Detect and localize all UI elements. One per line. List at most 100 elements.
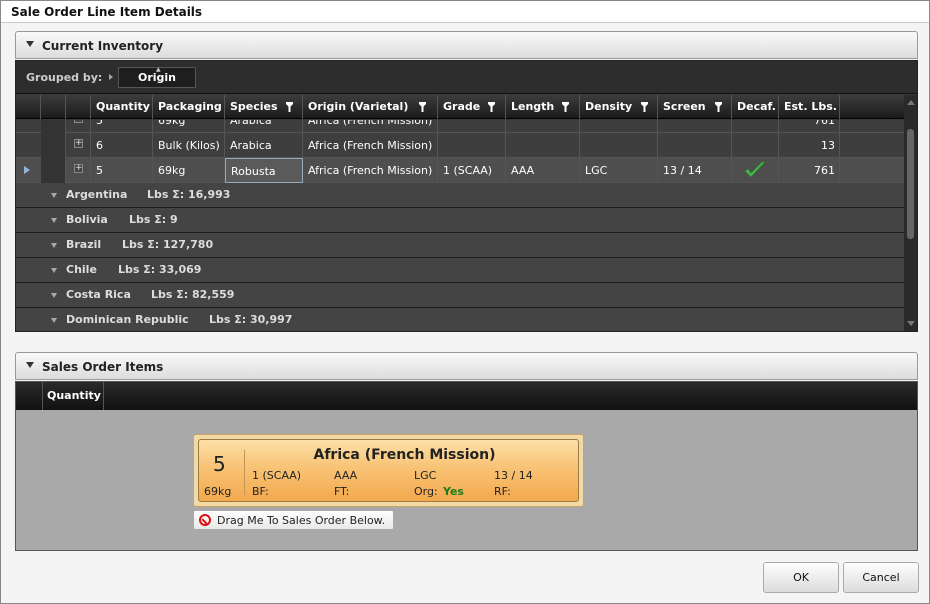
column-header-quantity[interactable]: Quantity: [91, 95, 153, 119]
group-row-costa-rica[interactable]: Costa Rica Lbs Σ: 82,559: [16, 283, 904, 308]
column-header-species-label: Species: [230, 100, 278, 113]
column-header-length[interactable]: Length: [506, 95, 580, 119]
expander-cell: +: [66, 120, 91, 133]
card-ft-label: FT:: [334, 485, 350, 498]
dialog-window: Sale Order Line Item Details Current Inv…: [0, 0, 930, 604]
filter-icon[interactable]: [562, 102, 569, 112]
ok-button[interactable]: OK: [763, 562, 839, 593]
group-sum: Lbs Σ: 127,780: [122, 238, 214, 251]
current-inventory-header[interactable]: Current Inventory: [15, 31, 918, 59]
group-indent-cell: [41, 158, 66, 183]
expand-arrow-icon[interactable]: [51, 243, 57, 248]
drag-hint-label: Drag Me To Sales Order Below.: [217, 514, 386, 527]
sales-order-items-header[interactable]: Sales Order Items: [15, 352, 918, 380]
column-header-decaf[interactable]: Decaf.: [732, 95, 779, 119]
table-row[interactable]: + 6 Bulk (Kilos) Arabica Africa (French …: [16, 133, 904, 158]
expand-plus-icon[interactable]: +: [74, 164, 83, 173]
expand-arrow-icon[interactable]: [51, 268, 57, 273]
expander-cell: +: [66, 158, 91, 183]
filter-icon[interactable]: [641, 102, 648, 112]
group-row-argentina[interactable]: Argentina Lbs Σ: 16,993: [16, 183, 904, 208]
grouped-by-label: Grouped by:: [26, 71, 103, 84]
cell-origin: Africa (French Mission): [303, 120, 438, 133]
column-header-grade[interactable]: Grade: [438, 95, 506, 119]
card-body: 5 Africa (French Mission) 69kg 1 (SCAA) …: [198, 439, 579, 502]
cell-density: [580, 133, 658, 158]
checkmark-icon: [744, 161, 766, 178]
cell-screen: [658, 133, 732, 158]
current-row-indicator-icon: [24, 166, 30, 174]
group-sum: Lbs Σ: 30,997: [209, 313, 293, 326]
sort-ascending-icon: ▲: [156, 66, 161, 73]
scroll-down-icon[interactable]: [907, 321, 915, 326]
cancel-button[interactable]: Cancel: [843, 562, 919, 593]
cell-screen: 13 / 14: [658, 158, 732, 183]
current-inventory-title: Current Inventory: [42, 39, 164, 53]
expand-plus-icon[interactable]: +: [74, 120, 83, 123]
column-header-density[interactable]: Density: [580, 95, 658, 119]
expand-arrow-icon[interactable]: [51, 318, 57, 323]
cell-origin: Africa (French Mission): [303, 133, 438, 158]
expand-arrow-icon[interactable]: [51, 293, 57, 298]
cell-quantity: 5: [91, 158, 153, 183]
group-indent-cell: [41, 133, 66, 158]
card-screen: 13 / 14: [494, 469, 533, 482]
expand-plus-icon[interactable]: +: [74, 139, 83, 148]
group-row-chile[interactable]: Chile Lbs Σ: 33,069: [16, 258, 904, 283]
column-header-quantity[interactable]: Quantity: [42, 382, 104, 410]
table-row-selected[interactable]: + 5 69kg Robusta Africa (French Mission)…: [16, 158, 904, 183]
group-row-bolivia[interactable]: Bolivia Lbs Σ: 9: [16, 208, 904, 233]
grouping-bar: Grouped by: ▲ Origin: [16, 61, 917, 94]
cell-packaging: 69kg: [153, 120, 225, 133]
header-group-indent: [41, 95, 66, 119]
group-sum: Lbs Σ: 16,993: [147, 188, 231, 201]
cell-decaf: [732, 133, 779, 158]
group-row-dominican-republic[interactable]: Dominican Republic Lbs Σ: 30,997: [16, 308, 904, 331]
cell-species: Arabica: [225, 133, 303, 158]
column-header-length-label: Length: [511, 100, 555, 113]
group-name: Chile: [66, 263, 97, 276]
column-header-origin[interactable]: Origin (Varietal): [303, 95, 438, 119]
cell-grade: [438, 120, 506, 133]
scroll-up-icon[interactable]: [907, 100, 915, 105]
vertical-scrollbar[interactable]: [904, 95, 917, 331]
group-sum: Lbs Σ: 82,559: [151, 288, 235, 301]
card-length: AAA: [334, 469, 358, 482]
filter-icon[interactable]: [286, 102, 293, 112]
cell-origin: Africa (French Mission): [303, 158, 438, 183]
cell-est-lbs: 13: [779, 133, 840, 158]
group-name: Argentina: [66, 188, 128, 201]
column-header-screen[interactable]: Screen: [658, 95, 732, 119]
column-header-packaging[interactable]: Packaging: [153, 95, 225, 119]
table-row[interactable]: + 5 69kg Arabica Africa (French Mission)…: [16, 120, 904, 133]
group-name: Brazil: [66, 238, 102, 251]
collapse-arrow-icon[interactable]: [26, 362, 34, 368]
filter-icon[interactable]: [715, 102, 722, 112]
cell-quantity: 6: [91, 133, 153, 158]
title-bar: Sale Order Line Item Details: [1, 1, 929, 23]
column-header-grade-label: Grade: [443, 100, 481, 113]
column-header-est-lbs[interactable]: Est. Lbs.: [779, 95, 840, 119]
drag-hint-button[interactable]: Drag Me To Sales Order Below.: [193, 510, 394, 530]
filter-icon[interactable]: [419, 102, 426, 112]
cell-decaf: [732, 158, 779, 183]
scroll-thumb[interactable]: [907, 129, 914, 239]
expand-arrow-icon[interactable]: [51, 193, 57, 198]
collapse-arrow-icon[interactable]: [26, 41, 34, 47]
cell-length: AAA: [506, 158, 580, 183]
grid-rows: + 5 69kg Arabica Africa (French Mission)…: [16, 120, 904, 331]
cell-species-focused[interactable]: Robusta: [225, 158, 303, 183]
filter-icon[interactable]: [488, 102, 495, 112]
group-chip-origin[interactable]: ▲ Origin: [118, 67, 196, 88]
column-header-species[interactable]: Species: [225, 95, 303, 119]
cell-length: [506, 120, 580, 133]
draggable-item-card[interactable]: 5 Africa (French Mission) 69kg 1 (SCAA) …: [193, 434, 584, 507]
chevron-right-icon: [109, 74, 113, 80]
cell-density: LGC: [580, 158, 658, 183]
group-row-brazil[interactable]: Brazil Lbs Σ: 127,780: [16, 233, 904, 258]
cell-density: [580, 120, 658, 133]
expand-arrow-icon[interactable]: [51, 218, 57, 223]
card-org-value: Yes: [443, 485, 464, 498]
cell-screen: [658, 120, 732, 133]
card-org-label: Org:: [414, 485, 438, 498]
